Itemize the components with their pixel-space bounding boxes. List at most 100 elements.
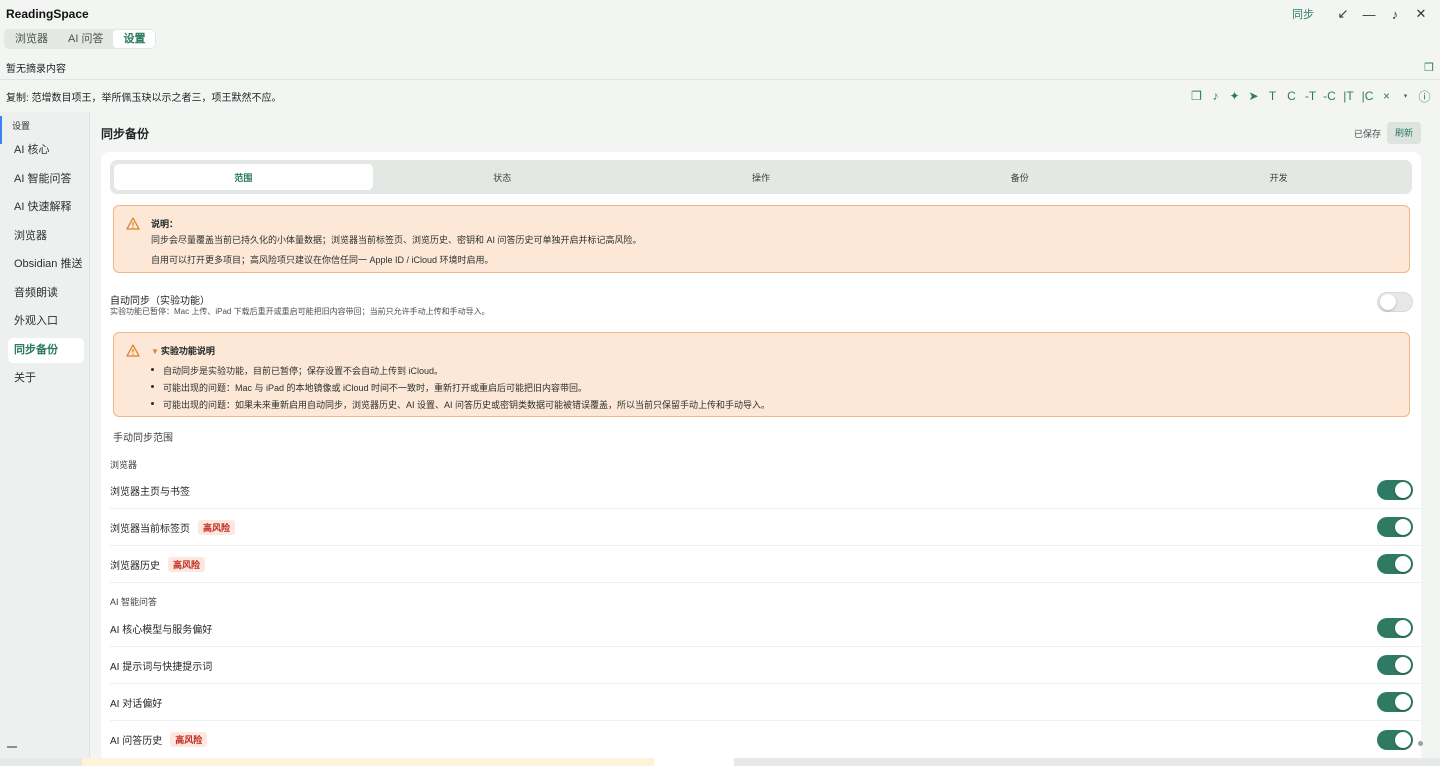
scroll-indicator[interactable] [1418,741,1423,746]
copy-excerpt-icon[interactable]: ❐ [1424,61,1434,74]
sidebar-collapse-handle[interactable] [7,746,17,748]
sync-item-row: 浏览器主页与书签 [110,472,1421,509]
notice-bullet-text: 自动同步是实验功能，目前已暂停；保存设置不会自动上传到 iCloud。 [163,366,444,376]
notice-bullet: 自动同步是实验功能，目前已暂停；保存设置不会自动上传到 iCloud。 [151,364,443,377]
group-label-ai-qa: AI 智能问答 [110,597,158,607]
sync-item-toggle[interactable] [1377,655,1413,675]
tab-browser[interactable]: 浏览器 [5,30,58,48]
sync-item-toggle[interactable] [1377,692,1413,712]
sync-item-toggle[interactable] [1377,480,1413,500]
pipe-c-icon[interactable]: |C [1358,86,1377,106]
remove-c-icon[interactable]: -C [1320,86,1339,106]
sync-item-toggle[interactable] [1377,729,1413,750]
toggle-knob [1395,657,1411,673]
top-tabs: 浏览器 AI 问答 设置 [4,29,157,49]
sync-item-toggle[interactable] [1377,517,1413,537]
read-aloud-icon[interactable]: ♪ [1206,86,1225,106]
sync-item-label: 浏览器当前标签页 高风险 [110,519,236,535]
close-icon[interactable]: ✕ [1408,3,1434,25]
sync-item-label: AI 提示词与快捷提示词 [110,658,212,673]
info-icon[interactable]: ⓘ [1415,86,1434,106]
sidebar-item-ai-core[interactable]: AI 核心 [8,138,84,163]
toggle-knob [1395,519,1411,535]
seg-tab-backup[interactable]: 备份 [890,164,1149,190]
group-label-browser: 浏览器 [110,460,138,470]
sync-item-text: 浏览器历史 [110,560,160,572]
sync-item-row: AI 核心模型与服务偏好 [110,610,1421,647]
notice-bullet: 可能出现的问题：如果未来重新启用自动同步，浏览器历史、AI 设置、AI 问答历史… [151,398,770,411]
toggle-knob [1395,482,1411,498]
app-title: ReadingSpace [6,7,89,21]
sync-item-row: 浏览器历史 高风险 [110,546,1421,583]
sidebar-item-ai-explain[interactable]: AI 快速解释 [8,195,84,220]
page-title: 同步备份 [101,126,150,141]
toggle-knob [1395,731,1411,748]
minimize-icon[interactable]: — [1356,3,1382,25]
sync-item-text: AI 提示词与快捷提示词 [110,661,213,673]
clear-icon[interactable]: × [1377,86,1396,106]
copy-icon[interactable]: ❐ [1187,86,1206,106]
notice-bullet: 可能出现的问题：Mac 与 iPad 的本地镜像或 iCloud 时间不一致时，… [151,381,587,394]
tab-ai-qa[interactable]: AI 问答 [58,30,113,48]
info-notice: 说明： 同步会尽量覆盖当前已持久化的小体量数据；浏览器当前标签页、浏览历史、密钥… [113,205,1410,273]
sync-item-text: 浏览器当前标签页 [110,523,190,535]
sync-item-label: 浏览器主页与书签 [110,483,190,498]
sync-item-row: AI 问答历史 高风险 [110,721,1421,758]
notice-title: 说明： [151,219,179,229]
convert-c-icon[interactable]: C [1282,86,1301,106]
auto-sync-title: 自动同步（实验功能） [110,296,210,307]
sync-item-toggle[interactable] [1377,618,1413,638]
notice-title-text: 实验功能说明 [160,346,215,356]
sidebar-item-sync-backup[interactable]: 同步备份 [8,338,84,363]
excerpt-text: 暂无摘录内容 [6,64,66,75]
sidebar-item-audio[interactable]: 音频朗读 [8,281,84,306]
remove-t-icon[interactable]: -T [1301,86,1320,106]
sync-item-text: AI 核心模型与服务偏好 [110,624,213,636]
toolbar: ❐ ♪ ✦ ➤ T C -T -C |T |C × ▾ ⓘ [1187,86,1434,106]
toggle-knob [1395,620,1411,636]
notice-bullet-text: 可能出现的问题：Mac 与 iPad 的本地镜像或 iCloud 时间不一致时，… [163,383,588,393]
excerpt-bar: 暂无摘录内容 ❐ [0,56,1440,80]
notice-title[interactable]: ▼ 实验功能说明 [151,344,215,357]
sidebar-item-ai-qa[interactable]: AI 智能问答 [8,167,84,192]
sync-item-text: AI 对话偏好 [110,698,163,710]
ai-sparkle-icon[interactable]: ✦ [1225,86,1244,106]
seg-tab-actions[interactable]: 操作 [632,164,891,190]
seg-tab-status[interactable]: 状态 [373,164,632,190]
pipe-t-icon[interactable]: |T [1339,86,1358,106]
chevron-down-icon[interactable]: ▾ [1396,86,1415,106]
notice-line: 同步会尽量覆盖当前已持久化的小体量数据；浏览器当前标签页、浏览历史、密钥和 AI… [151,235,642,245]
sync-button[interactable]: 同步 [1292,6,1314,22]
refresh-button[interactable]: 刷新 [1386,122,1421,144]
music-icon[interactable]: ♪ [1382,3,1408,25]
warning-icon [126,217,140,230]
sidebar-item-about[interactable]: 关于 [8,366,84,391]
sync-item-label: AI 核心模型与服务偏好 [110,621,212,636]
auto-sync-toggle[interactable] [1377,292,1413,312]
bottom-strip [0,758,1440,766]
sidebar-item-appearance[interactable]: 外观入口 [8,309,84,334]
sidebar-item-browser[interactable]: 浏览器 [8,224,84,249]
seg-tab-scope[interactable]: 范围 [114,164,373,190]
sync-card: 范围 状态 操作 备份 开发 说明： 同步会尽量覆盖当前已持久化的小体量数据；浏… [101,152,1421,758]
tab-settings[interactable]: 设置 [113,30,156,48]
notice-line: 自用可以打开更多项目；高风险项只建议在你信任同一 Apple ID / iClo… [151,255,494,265]
sidebar-item-obsidian[interactable]: Obsidian 推送 [8,252,84,277]
seg-tab-dev[interactable]: 开发 [1149,164,1408,190]
restore-icon[interactable]: ↙ [1330,3,1356,25]
sync-item-label: 浏览器历史 高风险 [110,556,206,572]
send-icon[interactable]: ➤ [1244,86,1263,106]
sync-item-text: 浏览器主页与书签 [110,486,190,498]
translate-t-icon[interactable]: T [1263,86,1282,106]
sidebar-accent [0,116,2,144]
high-risk-badge: 高风险 [198,519,236,535]
bottom-panel-middle [654,758,734,766]
copy-bar: 复制: 范增数目项王，举所佩玉玦以示之者三，项王默然不应。 ❐ ♪ ✦ ➤ T … [0,84,1440,108]
sync-item-toggle[interactable] [1377,554,1413,574]
disclosure-triangle-icon: ▼ [151,347,159,356]
toggle-knob [1380,294,1396,310]
notice-bullet-text: 可能出现的问题：如果未来重新启用自动同步，浏览器历史、AI 设置、AI 问答历史… [163,400,771,410]
sidebar-heading: 设置 [12,121,31,131]
warning-icon [126,344,140,357]
sync-item-label: AI 对话偏好 [110,695,162,710]
